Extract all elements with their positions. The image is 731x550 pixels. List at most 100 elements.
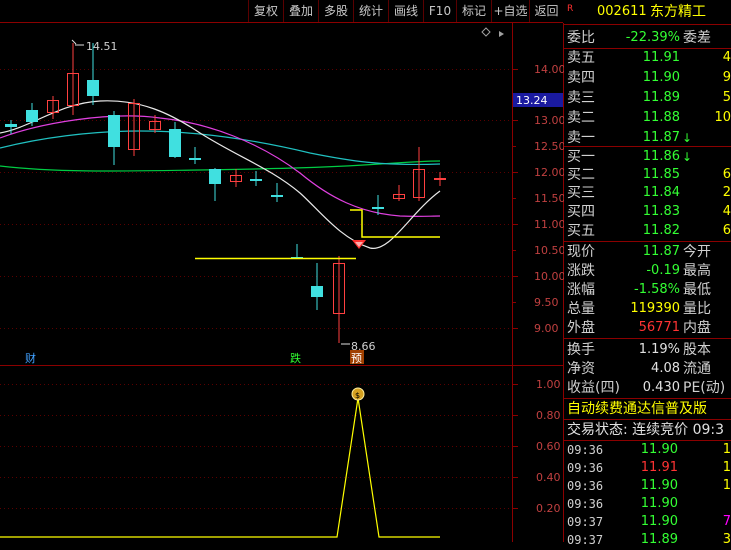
tick-row: 09:37 11.89 3: [564, 530, 731, 550]
fund-label: 换手: [567, 342, 595, 358]
fund-label: 股本: [683, 342, 711, 358]
price-axis: 14.00 13.00 12.50 12.00 11.50 11.00 10.5…: [512, 63, 564, 335]
quote-label: 最低: [683, 282, 711, 298]
toolbar-button-fuquan[interactable]: 复权: [248, 0, 283, 22]
bid-row-1[interactable]: 买一 11.86 ↓: [564, 147, 731, 167]
current-price-tag-text: 13.24: [516, 94, 548, 107]
diamond-icon[interactable]: [481, 27, 491, 37]
price-label: 9.00: [534, 322, 559, 335]
bid-row-5[interactable]: 买五 11.82 6: [564, 221, 731, 241]
tick-price: 11.90: [640, 496, 678, 511]
quote-value: 56771: [638, 320, 680, 335]
tick-volume: 1: [722, 460, 731, 475]
bid-volume: 6: [722, 167, 731, 182]
tick-time: 09:37: [567, 533, 604, 547]
quote-label: 外盘: [567, 320, 595, 336]
marker-die[interactable]: 跌: [290, 351, 301, 365]
ask-volume: 4: [722, 50, 731, 65]
tick-price: 11.91: [640, 460, 678, 475]
ask-label: 卖三: [567, 90, 595, 106]
tick-row: 09:36 11.90: [564, 494, 731, 514]
quote-label: 涨跌: [567, 263, 595, 279]
ask-row-5[interactable]: 卖五 11.91 4: [564, 48, 731, 68]
tick-row: 09:36 11.90 1: [564, 476, 731, 496]
quote-row-price: 现价 11.87 今开: [564, 242, 731, 262]
quote-label: 内盘: [683, 320, 711, 336]
toolbar: 复权 叠加 多股 统计 画线 F10 标记 +自选 返回: [0, 0, 563, 22]
ask-label: 卖二: [567, 110, 595, 126]
ask-row-2[interactable]: 卖二 11.88 10: [564, 108, 731, 128]
marker-cai[interactable]: 财: [25, 351, 36, 365]
ma-line-cyan: [0, 130, 441, 166]
toolbar-button-duogu[interactable]: 多股: [318, 0, 353, 22]
ask-price: 11.90: [642, 70, 680, 85]
fund-label: PE(动): [683, 380, 726, 396]
tick-time: 09:37: [567, 515, 604, 529]
bid-volume: 2: [722, 185, 731, 200]
toolbar-button-huaxian[interactable]: 画线: [388, 0, 423, 22]
price-label: 13.00: [534, 114, 564, 127]
bid-row-3[interactable]: 买三 11.84 2: [564, 183, 731, 203]
quote-value: -1.58%: [634, 282, 680, 297]
trade-status: 交易状态: 连续竞价 09:3: [567, 422, 725, 438]
promo-banner[interactable]: 自动续费通达信普及版: [567, 399, 731, 419]
indicator-label: 1.00: [536, 378, 561, 391]
ask-volume: 9: [722, 70, 731, 85]
tick-price: 11.89: [640, 532, 678, 547]
toolbar-button-f10[interactable]: F10: [423, 0, 456, 22]
price-label: 10.50: [534, 244, 564, 257]
tick-volume: 7: [722, 514, 731, 529]
high-label: 14.51: [86, 40, 118, 53]
marker-yu[interactable]: 预: [351, 352, 362, 365]
bid-label: 买三: [567, 185, 595, 201]
candlesticks: [5, 43, 446, 343]
bid-price: 11.85: [642, 167, 680, 182]
bid-price: 11.84: [642, 185, 680, 200]
fund-row-turnover: 换手 1.19% 股本: [564, 340, 731, 360]
fund-value: 0.430: [642, 380, 680, 395]
ask-row-4[interactable]: 卖四 11.90 9: [564, 68, 731, 88]
bid-row-4[interactable]: 买四 11.83 4: [564, 202, 731, 222]
stock-code: 002611: [597, 4, 647, 19]
tick-volume: 1: [722, 442, 731, 457]
quote-row-change: 涨跌 -0.19 最高: [564, 261, 731, 281]
ask-label: 卖四: [567, 70, 595, 86]
ask-row-1[interactable]: 卖一 11.87 ↓: [564, 128, 731, 148]
quote-label: 现价: [567, 244, 595, 260]
collapse-arrow-icon[interactable]: [499, 31, 504, 37]
divider: [564, 338, 731, 339]
tick-row: 09:36 11.91 1: [564, 458, 731, 478]
quote-label: 最高: [683, 263, 711, 279]
stock-badge: R: [567, 4, 574, 14]
tick-volume: 3: [722, 532, 731, 547]
fund-value: 1.19%: [638, 342, 680, 357]
tick-time: 09:36: [567, 479, 604, 493]
main-grid: [0, 69, 512, 329]
toolbar-button-biaoji[interactable]: 标记: [456, 0, 491, 22]
bid-volume: 6: [722, 223, 731, 238]
toolbar-button-diejia[interactable]: 叠加: [283, 0, 318, 22]
stock-name: 东方精工: [650, 4, 706, 20]
tick-time: 09:36: [567, 461, 604, 475]
toolbar-button-zixuan[interactable]: +自选: [491, 0, 529, 22]
kline-chart[interactable]: 14.00 13.00 12.50 12.00 11.50 11.00 10.5…: [0, 23, 564, 542]
toolbar-button-fanhui[interactable]: 返回: [529, 0, 563, 22]
ask-row-3[interactable]: 卖三 11.89 5: [564, 88, 731, 108]
ma-line-magenta: [0, 115, 441, 218]
ratio-value: -22.39%: [625, 30, 680, 45]
down-arrow-icon: ↓: [682, 131, 693, 145]
bid-row-2[interactable]: 买二 11.85 6: [564, 165, 731, 185]
bid-price: 11.82: [642, 223, 680, 238]
toolbar-button-tongji[interactable]: 统计: [353, 0, 388, 22]
quote-label: 涨幅: [567, 282, 595, 298]
indicator-label: 0.60: [536, 440, 561, 453]
fund-label: 流通: [683, 361, 711, 377]
indicator-line: [0, 397, 440, 538]
divider: [564, 24, 731, 25]
bid-price: 11.83: [642, 204, 680, 219]
tick-volume: 1: [722, 478, 731, 493]
ask-volume: 10: [714, 110, 731, 125]
bid-label: 买二: [567, 167, 595, 183]
fund-label: 收益(四): [567, 380, 620, 396]
tick-time: 09:36: [567, 497, 604, 511]
